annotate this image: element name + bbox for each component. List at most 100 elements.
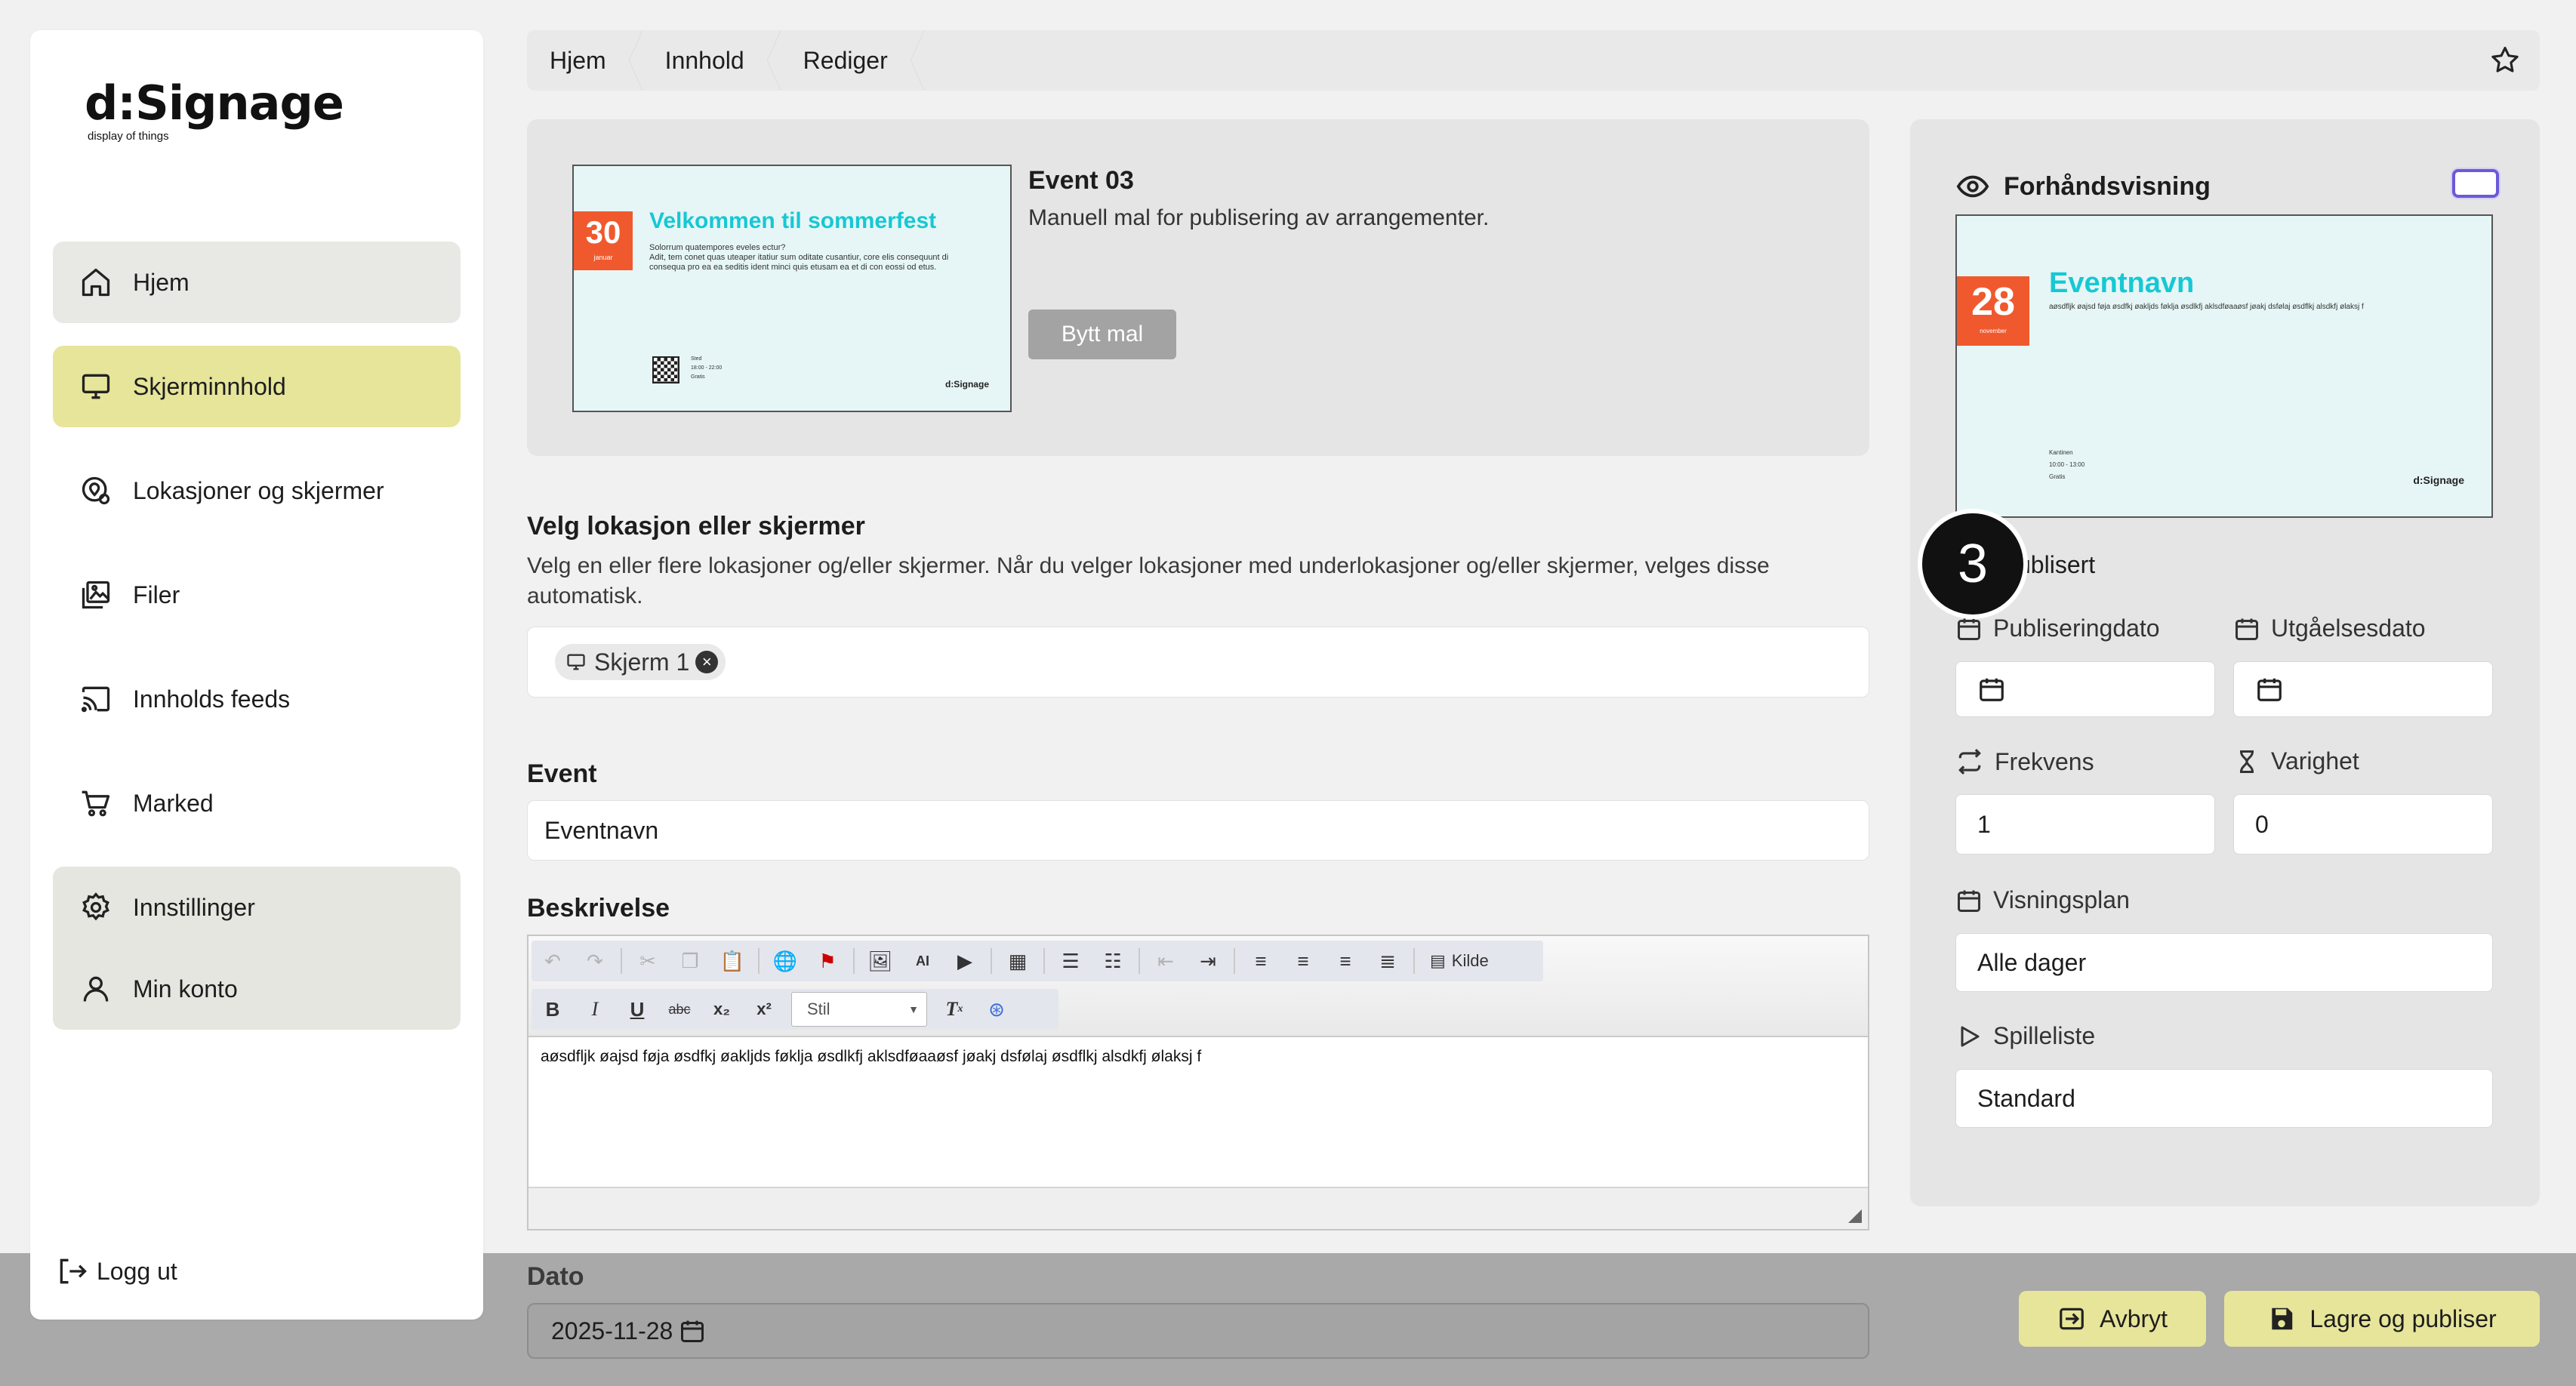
- link-icon[interactable]: 🌐: [764, 942, 806, 980]
- language-icon[interactable]: ⊛: [975, 990, 1018, 1028]
- event-label: Event: [527, 759, 597, 788]
- save-publish-button[interactable]: Lagre og publiser: [2224, 1291, 2540, 1347]
- nav-item-locations[interactable]: Lokasjoner og skjermer: [53, 450, 461, 531]
- video-icon[interactable]: ▶: [944, 942, 986, 980]
- published-label: ublisert: [2017, 551, 2096, 578]
- undo-icon[interactable]: ↶: [532, 942, 574, 980]
- remove-chip-icon[interactable]: ×: [695, 651, 719, 673]
- publish-date-label: Publiseringdato: [1955, 614, 2160, 642]
- thumb-meta-place: Sted: [691, 356, 702, 362]
- nav-label-market: Marked: [133, 789, 214, 817]
- preview-heading: Forhåndsvisning: [1955, 169, 2211, 204]
- nav-item-feeds[interactable]: Innholds feeds: [53, 658, 461, 740]
- publish-date-text: Publiseringdato: [1993, 614, 2160, 642]
- preview-title: Forhåndsvisning: [2004, 171, 2211, 201]
- targets-selector[interactable]: Skjerm 1 ×: [527, 627, 1869, 698]
- hourglass-icon: [2233, 748, 2260, 775]
- ai-icon[interactable]: AI: [901, 942, 944, 980]
- logo[interactable]: d:Signage display of things: [85, 80, 344, 143]
- nav-group-user: Innstillinger Min konto: [53, 867, 461, 1030]
- frequency-input[interactable]: 1: [1955, 794, 2215, 855]
- preview-brand: d:Signage: [2413, 474, 2464, 486]
- event-name-input[interactable]: Eventnavn: [527, 800, 1869, 861]
- align-right-icon[interactable]: ≡: [1324, 942, 1367, 980]
- thumb-meta: Sted 18:00 - 22:00 Gratis: [691, 355, 722, 382]
- nav-label-settings: Innstillinger: [133, 893, 255, 921]
- targets-help: Velg en eller flere lokasjoner og/eller …: [527, 553, 1770, 608]
- editor-content[interactable]: aøsdfljk øajsd føja øsdfkj øakljds føklj…: [541, 1048, 1201, 1066]
- nav-label-files: Filer: [133, 581, 180, 608]
- clear-format-icon[interactable]: Tx: [933, 990, 975, 1028]
- cut-icon[interactable]: ✂: [627, 942, 669, 980]
- nav-label-feeds: Innholds feeds: [133, 685, 291, 713]
- breadcrumb-home[interactable]: Hjem: [527, 30, 642, 91]
- editor-toolbar: ↶ ↷ ✂ ❐ 📋 🌐 ⚑ 🖼 AI ▶ ▦ ☰ ☷ ⇤ ⇥ ≡ ≡ ≡ ≣ ▤…: [528, 936, 1868, 1037]
- outdent-icon[interactable]: ⇤: [1145, 942, 1187, 980]
- play-icon: [1955, 1023, 1983, 1050]
- publish-date-input[interactable]: [1955, 661, 2215, 717]
- redo-icon[interactable]: ↷: [574, 942, 616, 980]
- toolbar-separator: [991, 948, 992, 974]
- playlist-label: Spilleliste: [1955, 1022, 2095, 1050]
- paste-icon[interactable]: 📋: [711, 942, 753, 980]
- bold-icon[interactable]: B: [532, 990, 574, 1028]
- template-thumbnail: 30 januar Velkommen til sommerfest Solor…: [572, 165, 1012, 412]
- cancel-button[interactable]: Avbryt: [2019, 1291, 2206, 1347]
- subscript-icon[interactable]: x₂: [701, 990, 743, 1028]
- expiry-date-input[interactable]: [2233, 661, 2493, 717]
- nav-item-home[interactable]: Hjem: [53, 242, 461, 323]
- source-button[interactable]: ▤ Kilde: [1419, 951, 1499, 971]
- style-select[interactable]: Stil ▼: [791, 992, 927, 1027]
- nav-item-settings[interactable]: Innstillinger: [53, 867, 461, 948]
- logout-icon: [56, 1255, 89, 1288]
- align-justify-icon[interactable]: ≣: [1367, 942, 1409, 980]
- date-label: Dato: [527, 1262, 584, 1291]
- duration-input[interactable]: 0: [2233, 794, 2493, 855]
- resize-handle-icon[interactable]: [1848, 1209, 1862, 1223]
- nav-item-market[interactable]: Marked: [53, 762, 461, 844]
- images-icon: [77, 576, 115, 614]
- repeat-icon: [1955, 747, 1984, 776]
- nav-item-files[interactable]: Filer: [53, 554, 461, 636]
- nav-label-screen-content: Skjerminnhold: [133, 372, 286, 400]
- logo-text: d:Signage: [85, 75, 344, 131]
- screen-chip[interactable]: Skjerm 1 ×: [555, 644, 726, 680]
- superscript-icon[interactable]: x²: [743, 990, 785, 1028]
- star-icon[interactable]: [2488, 44, 2522, 77]
- logout-button[interactable]: Logg ut: [56, 1255, 177, 1288]
- source-label: Kilde: [1451, 951, 1489, 970]
- save-icon: [2267, 1304, 2296, 1333]
- targets-label: Velg lokasjon eller skjermer: [527, 512, 865, 541]
- align-center-icon[interactable]: ≡: [1282, 942, 1324, 980]
- bullet-list-icon[interactable]: ☷: [1092, 942, 1134, 980]
- breadcrumb-edit[interactable]: Rediger: [781, 30, 924, 91]
- nav-item-screen-content[interactable]: Skjerminnhold: [53, 346, 461, 427]
- sidebar: d:Signage display of things Hjem Skjermi…: [30, 30, 483, 1320]
- breadcrumb-content[interactable]: Innhold: [642, 30, 781, 91]
- editor-statusbar: [528, 1187, 1868, 1229]
- toolbar-separator: [1234, 948, 1235, 974]
- schedule-select[interactable]: Alle dager: [1955, 933, 2493, 992]
- numbered-list-icon[interactable]: ☰: [1049, 942, 1092, 980]
- preview-toggle[interactable]: [2452, 169, 2499, 198]
- playlist-select[interactable]: Standard: [1955, 1069, 2493, 1128]
- toolbar-separator: [1043, 948, 1045, 974]
- copy-icon[interactable]: ❐: [669, 942, 711, 980]
- change-template-button[interactable]: Bytt mal: [1028, 310, 1176, 359]
- align-left-icon[interactable]: ≡: [1240, 942, 1282, 980]
- thumb-text-line2: Adit, tem conet quas uteaper itatiur sum…: [649, 253, 949, 272]
- preview-event-title: Eventnavn: [2049, 267, 2195, 299]
- strikethrough-icon[interactable]: abc: [658, 990, 701, 1028]
- logout-label: Logg ut: [97, 1257, 177, 1285]
- editor-toolbar-row-2: B I U abc x₂ x² Stil ▼ Tx ⊛: [532, 989, 1058, 1030]
- template-name: Event 03: [1028, 166, 1134, 195]
- image-icon[interactable]: 🖼: [859, 942, 901, 980]
- indent-icon[interactable]: ⇥: [1187, 942, 1229, 980]
- underline-icon[interactable]: U: [616, 990, 658, 1028]
- nav-item-account[interactable]: Min konto: [53, 948, 461, 1030]
- anchor-flag-icon[interactable]: ⚑: [806, 942, 849, 980]
- italic-icon[interactable]: I: [574, 990, 616, 1028]
- table-icon[interactable]: ▦: [997, 942, 1039, 980]
- date-input[interactable]: 2025-11-28: [527, 1303, 1869, 1359]
- home-icon: [77, 263, 115, 301]
